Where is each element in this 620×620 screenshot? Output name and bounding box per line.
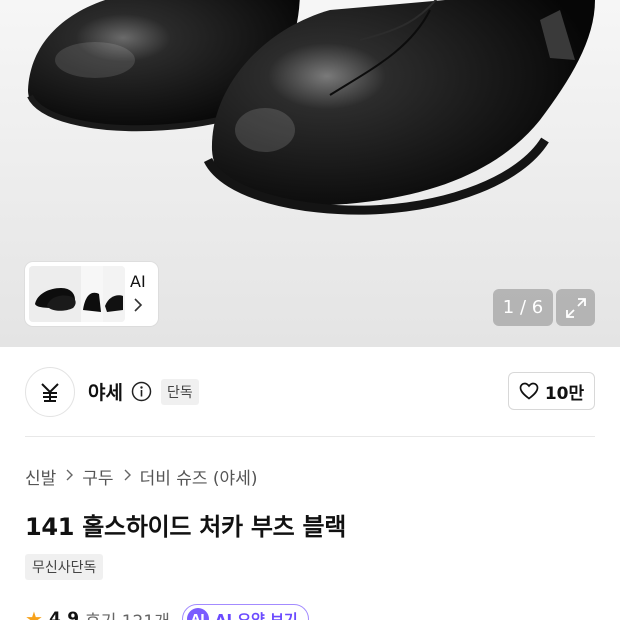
breadcrumb-item[interactable]: 신발 (25, 464, 56, 489)
breadcrumb-item[interactable]: 더비 슈즈 (야세) (140, 464, 258, 489)
heart-icon (519, 382, 539, 400)
star-icon: ★ (25, 607, 43, 620)
image-counter: 1 / 6 (493, 289, 553, 326)
brand-logo[interactable] (25, 367, 75, 417)
brand-name[interactable]: 야세 (88, 378, 123, 405)
exclusive-badge: 단독 (161, 379, 199, 405)
chevron-right-icon[interactable] (132, 298, 144, 316)
divider (25, 436, 595, 437)
like-count: 10만 (544, 383, 585, 404)
product-image[interactable]: AI 1 / 6 (0, 0, 620, 347)
review-count-link[interactable]: 후기 121개 (85, 607, 170, 620)
product-title: 141 홀스하이드 처카 부츠 블랙 (25, 513, 346, 541)
breadcrumb: 신발 구두 더비 슈즈 (야세) (25, 464, 257, 489)
ai-badge-icon: AI (186, 608, 209, 620)
info-icon[interactable] (131, 381, 152, 402)
expand-icon[interactable] (556, 289, 595, 326)
ai-summary-label: AI 요약 보기 (214, 610, 298, 620)
like-button[interactable]: 10만 (508, 372, 595, 410)
ai-thumbnail-label[interactable]: AI (130, 272, 146, 291)
breadcrumb-item[interactable]: 구두 (82, 464, 113, 489)
chevron-right-icon (65, 469, 74, 485)
ai-summary-button[interactable]: AI AI 요약 보기 (181, 604, 309, 620)
store-exclusive-badge: 무신사단독 (25, 554, 104, 580)
rating-row: ★ 4.9 후기 121개 AI AI 요약 보기 (25, 604, 309, 620)
rating-value: 4.9 (48, 609, 80, 620)
thumbnail-image[interactable] (29, 266, 125, 322)
chevron-right-icon (123, 469, 131, 485)
